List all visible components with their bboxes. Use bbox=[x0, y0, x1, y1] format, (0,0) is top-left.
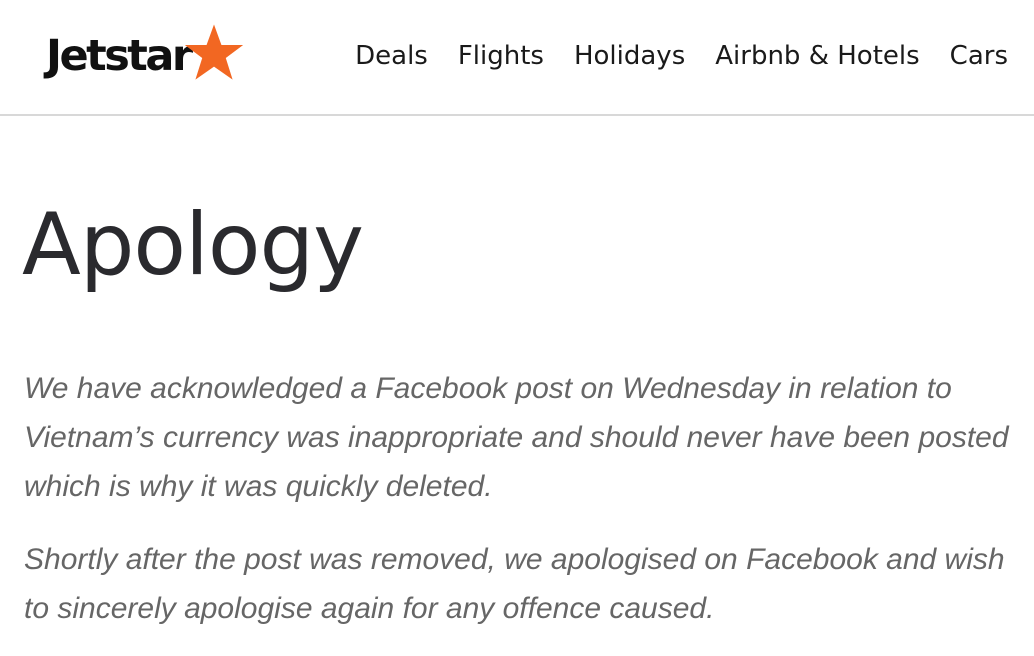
nav-item-flights[interactable]: Flights bbox=[458, 38, 544, 74]
nav-item-cars[interactable]: Cars bbox=[950, 38, 1008, 74]
site-header: Jetstar Deals Flights Holidays Airbnb & … bbox=[0, 0, 1034, 116]
nav-item-holidays[interactable]: Holidays bbox=[574, 38, 685, 74]
nav-item-deals[interactable]: Deals bbox=[355, 38, 428, 74]
jetstar-logo[interactable]: Jetstar bbox=[46, 24, 245, 88]
page-title: Apology bbox=[22, 195, 364, 295]
star-icon bbox=[184, 24, 243, 80]
apology-paragraph-2: Shortly after the post was removed, we a… bbox=[24, 543, 1005, 625]
main-nav: Deals Flights Holidays Airbnb & Hotels C… bbox=[325, 38, 1008, 74]
logo-text: Jetstar bbox=[46, 30, 193, 81]
apology-paragraph-1: We have acknowledged a Facebook post on … bbox=[24, 372, 1009, 503]
nav-item-airbnb-hotels[interactable]: Airbnb & Hotels bbox=[715, 38, 919, 74]
